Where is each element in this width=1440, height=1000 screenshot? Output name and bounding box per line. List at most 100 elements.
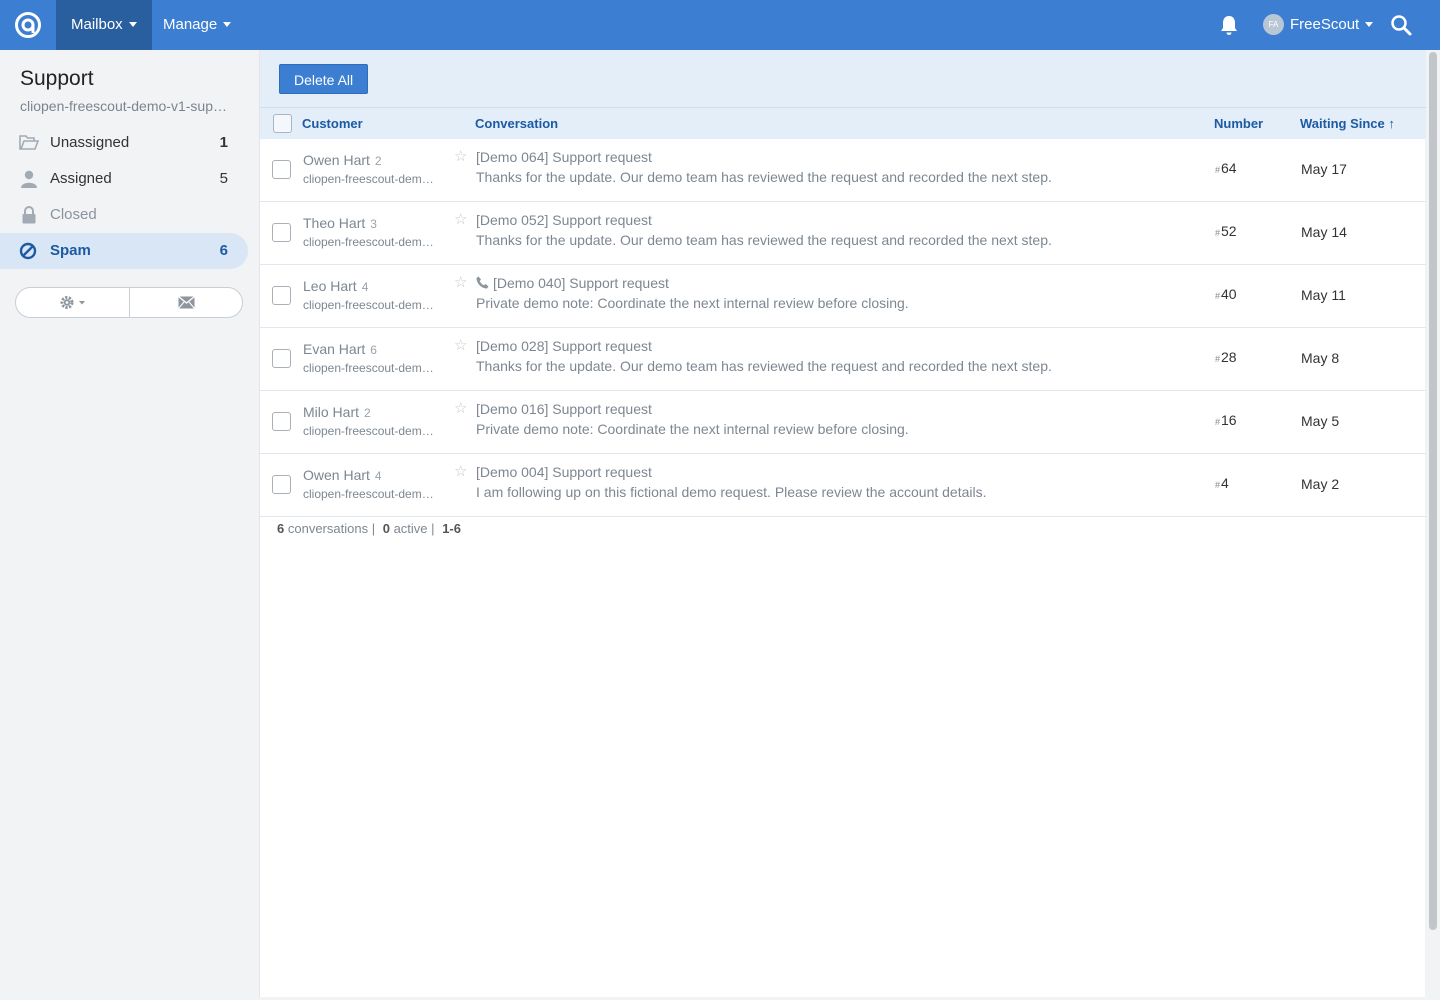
user-avatar[interactable]: FA (1263, 14, 1284, 35)
waiting-since-date: May 8 (1301, 350, 1340, 366)
waiting-since-date: May 11 (1301, 287, 1346, 303)
number-value: 52 (1221, 223, 1237, 239)
hash-icon: # (1215, 354, 1221, 364)
customer-name-label: Leo Hart (303, 278, 357, 294)
folder-count: 1 (219, 134, 228, 151)
waiting-since-date: May 5 (1301, 413, 1340, 429)
row-checkbox[interactable] (272, 475, 291, 494)
customer-name[interactable]: Owen Hart 4 (303, 467, 382, 483)
conversation-row[interactable]: Milo Hart 2 cliopen-freescout-demo-v1@exam… (260, 391, 1426, 454)
customer-name-label: Evan Hart (303, 341, 366, 357)
thread-count: 2 (374, 154, 382, 168)
column-header-conversation[interactable]: Conversation (475, 108, 558, 140)
conversation-preview[interactable]: I am following up on this fictional demo… (476, 484, 987, 500)
top-navbar: Mailbox Manage FA FreeScout (0, 0, 1440, 50)
phone-icon (476, 276, 489, 289)
conversation-row[interactable]: Evan Hart 6 cliopen-freescout-demo-v1@exam… (260, 328, 1426, 391)
folder-count: 5 (219, 170, 228, 187)
page-scrollbar[interactable] (1426, 50, 1440, 1000)
thread-count: 2 (364, 406, 371, 420)
new-conversation-button[interactable] (130, 288, 244, 317)
conversation-preview[interactable]: Private demo note: Coordinate the next i… (476, 295, 909, 311)
conversation-row[interactable]: Owen Hart 2 cliopen-freescout-demo-v1@exam… (260, 139, 1426, 202)
subject-text: [Demo 028] Support request (476, 338, 652, 354)
conversation-preview[interactable]: Thanks for the update. Our demo team has… (476, 232, 1052, 248)
nav-mailbox-menu[interactable]: Mailbox (56, 0, 152, 50)
subject-text: [Demo 016] Support request (476, 401, 652, 417)
subject-text: [Demo 052] Support request (476, 212, 652, 228)
row-checkbox[interactable] (272, 349, 291, 368)
column-header-customer[interactable]: Customer (302, 108, 363, 140)
freescout-logo-icon[interactable] (14, 11, 42, 39)
row-checkbox[interactable] (272, 223, 291, 242)
nav-manage-menu[interactable]: Manage (148, 0, 246, 50)
star-icon[interactable]: ☆ (454, 462, 467, 480)
active-label: active (393, 521, 428, 536)
conversation-preview[interactable]: Thanks for the update. Our demo team has… (476, 358, 1052, 374)
page-range: 1-6 (442, 521, 461, 536)
row-checkbox[interactable] (272, 286, 291, 305)
mailbox-settings-button[interactable] (16, 288, 130, 317)
customer-name[interactable]: Leo Hart 4 (303, 278, 368, 294)
conversations-count: 6 (277, 521, 285, 536)
number-value: 64 (1221, 160, 1237, 176)
search-icon[interactable] (1390, 14, 1412, 36)
ban-icon (19, 242, 37, 260)
conversation-subject[interactable]: [Demo 016] Support request (476, 401, 652, 417)
folder-label: Unassigned (50, 134, 130, 151)
customer-name[interactable]: Theo Hart 3 (303, 215, 377, 231)
mailbox-email: cliopen-freescout-demo-v1-support@exampl… (20, 98, 230, 114)
row-checkbox[interactable] (272, 160, 291, 179)
notifications-bell-icon[interactable] (1219, 14, 1239, 36)
conversation-subject[interactable]: [Demo 064] Support request (476, 149, 652, 165)
conversation-row[interactable]: Theo Hart 3 cliopen-freescout-demo-v1@exam… (260, 202, 1426, 265)
folder-label: Closed (50, 206, 97, 223)
user-name-label: FreeScout (1290, 16, 1360, 33)
conversation-preview[interactable]: Thanks for the update. Our demo team has… (476, 169, 1052, 185)
conversation-row[interactable]: Owen Hart 4 cliopen-freescout-demo-v1@exam… (260, 454, 1426, 517)
delete-all-button[interactable]: Delete All (279, 64, 369, 94)
thread-count: 3 (370, 217, 377, 231)
conversation-subject[interactable]: [Demo 028] Support request (476, 338, 652, 354)
folder-assigned[interactable]: Assigned 5 (0, 161, 248, 197)
star-icon[interactable]: ☆ (454, 336, 467, 354)
hash-icon: # (1215, 291, 1221, 301)
conversation-row[interactable]: Leo Hart 4 cliopen-freescout-demo-v1@examp… (260, 265, 1426, 328)
number-value: 16 (1221, 412, 1237, 428)
folder-spam[interactable]: Spam 6 (0, 233, 248, 269)
chevron-down-icon (1365, 21, 1374, 27)
number-value: 4 (1221, 475, 1229, 491)
customer-email: cliopen-freescout-demo-v1@example.com (303, 361, 436, 375)
customer-name[interactable]: Milo Hart 2 (303, 404, 371, 420)
mailbox-actions-group (15, 287, 243, 318)
folder-closed[interactable]: Closed (0, 197, 248, 233)
customer-name[interactable]: Owen Hart 2 (303, 152, 382, 168)
conversation-subject[interactable]: [Demo 004] Support request (476, 464, 652, 480)
conversations-label: conversations (287, 521, 369, 536)
folder-unassigned[interactable]: Unassigned 1 (0, 125, 248, 161)
conversations-panel: Delete All Customer Conversation Number … (259, 50, 1426, 997)
conversations-toolbar: Delete All (260, 50, 1426, 107)
column-header-waiting-since[interactable]: Waiting Since ↑ (1300, 108, 1395, 140)
star-icon[interactable]: ☆ (454, 147, 467, 165)
conversation-number: #16 (1215, 412, 1237, 428)
customer-name[interactable]: Evan Hart 6 (303, 341, 377, 357)
star-icon[interactable]: ☆ (454, 399, 467, 417)
customer-name-label: Milo Hart (303, 404, 360, 420)
star-icon[interactable]: ☆ (454, 273, 467, 291)
select-all-checkbox[interactable] (273, 114, 292, 133)
row-checkbox[interactable] (272, 412, 291, 431)
scrollbar-thumb[interactable] (1429, 52, 1437, 930)
conversation-number: #40 (1215, 286, 1237, 302)
conversation-subject[interactable]: [Demo 040] Support request (476, 275, 669, 291)
column-header-number[interactable]: Number (1214, 108, 1263, 140)
chevron-down-icon (128, 21, 137, 27)
star-icon[interactable]: ☆ (454, 210, 467, 228)
conversation-number: #28 (1215, 349, 1237, 365)
user-menu[interactable]: FreeScout (1290, 0, 1374, 50)
conversation-preview[interactable]: Private demo note: Coordinate the next i… (476, 421, 909, 437)
conversation-subject[interactable]: [Demo 052] Support request (476, 212, 652, 228)
folder-open-icon (19, 135, 39, 150)
folder-count: 6 (219, 242, 228, 259)
hash-icon: # (1215, 480, 1221, 490)
